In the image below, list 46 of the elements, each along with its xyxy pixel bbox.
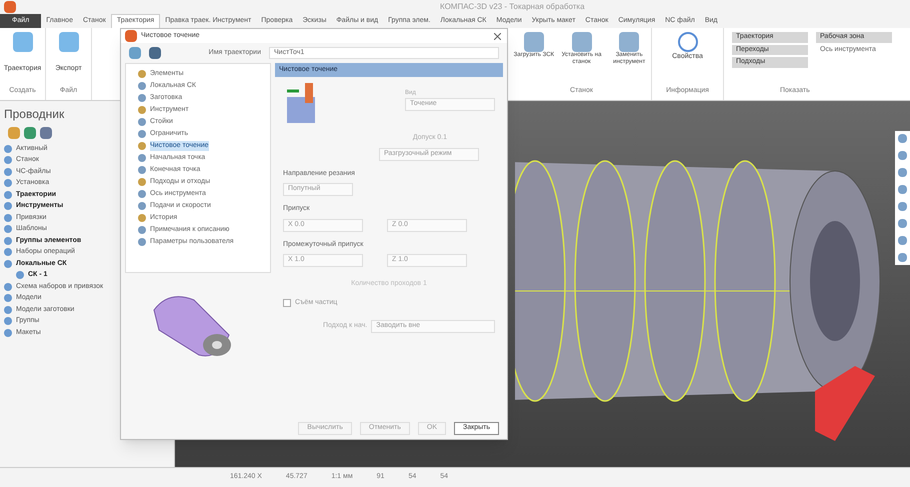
- tree-node-icon: [138, 130, 146, 138]
- tree-node-icon: [4, 190, 12, 199]
- tree-node-icon: [4, 144, 12, 153]
- tree-node-icon: [4, 214, 12, 222]
- tool-icon: [524, 32, 544, 52]
- tool-icon: [572, 32, 592, 52]
- tree-node-icon: [4, 156, 12, 164]
- window-title: КОМПАС-3D v23 - Токарная обработка: [440, 1, 585, 13]
- tool-icon: [12, 32, 32, 52]
- tree-node-icon: [16, 271, 24, 280]
- tree-node-icon: [138, 226, 146, 234]
- tree-node-icon: [4, 294, 12, 302]
- checkbox[interactable]: [283, 298, 291, 307]
- tree-node-icon: [138, 118, 146, 126]
- tree-node-icon: [138, 142, 146, 150]
- tool-icon: [58, 32, 78, 52]
- tree-node-icon: [4, 282, 12, 291]
- tree-node-icon: [138, 202, 146, 210]
- app-logo-icon: [4, 1, 16, 13]
- tree-node-icon: [138, 214, 146, 222]
- tree-node-icon: [4, 236, 12, 245]
- tree-tool-icon: [24, 127, 36, 139]
- tree-node-icon: [138, 154, 146, 162]
- tree-node-icon: [138, 70, 146, 78]
- tree-node-icon: [4, 317, 12, 326]
- dialog-logo-icon: [125, 30, 137, 42]
- tree-node-icon: [4, 225, 12, 234]
- tree-node-icon: [138, 178, 146, 186]
- tree-node-icon: [138, 82, 146, 90]
- tree-node-icon: [4, 202, 12, 210]
- close-icon[interactable]: [491, 30, 503, 42]
- tree-node-icon: [138, 94, 146, 102]
- tree-node-icon: [4, 168, 12, 176]
- tool-icon: [619, 32, 640, 52]
- tree-node-icon: [138, 166, 146, 174]
- tree-node-icon: [138, 238, 146, 246]
- tree-node-icon: [4, 306, 12, 314]
- tree-node-icon: [4, 260, 12, 268]
- info-icon: [678, 32, 698, 52]
- tree-node-icon: [4, 328, 12, 337]
- tree-tool-icon: [8, 127, 20, 139]
- tree-node-icon: [138, 106, 146, 114]
- tree-node-icon: [4, 179, 12, 188]
- tree-node-icon: [4, 248, 12, 256]
- panel-title: Проводник: [3, 106, 66, 123]
- tree-node-icon: [138, 190, 146, 198]
